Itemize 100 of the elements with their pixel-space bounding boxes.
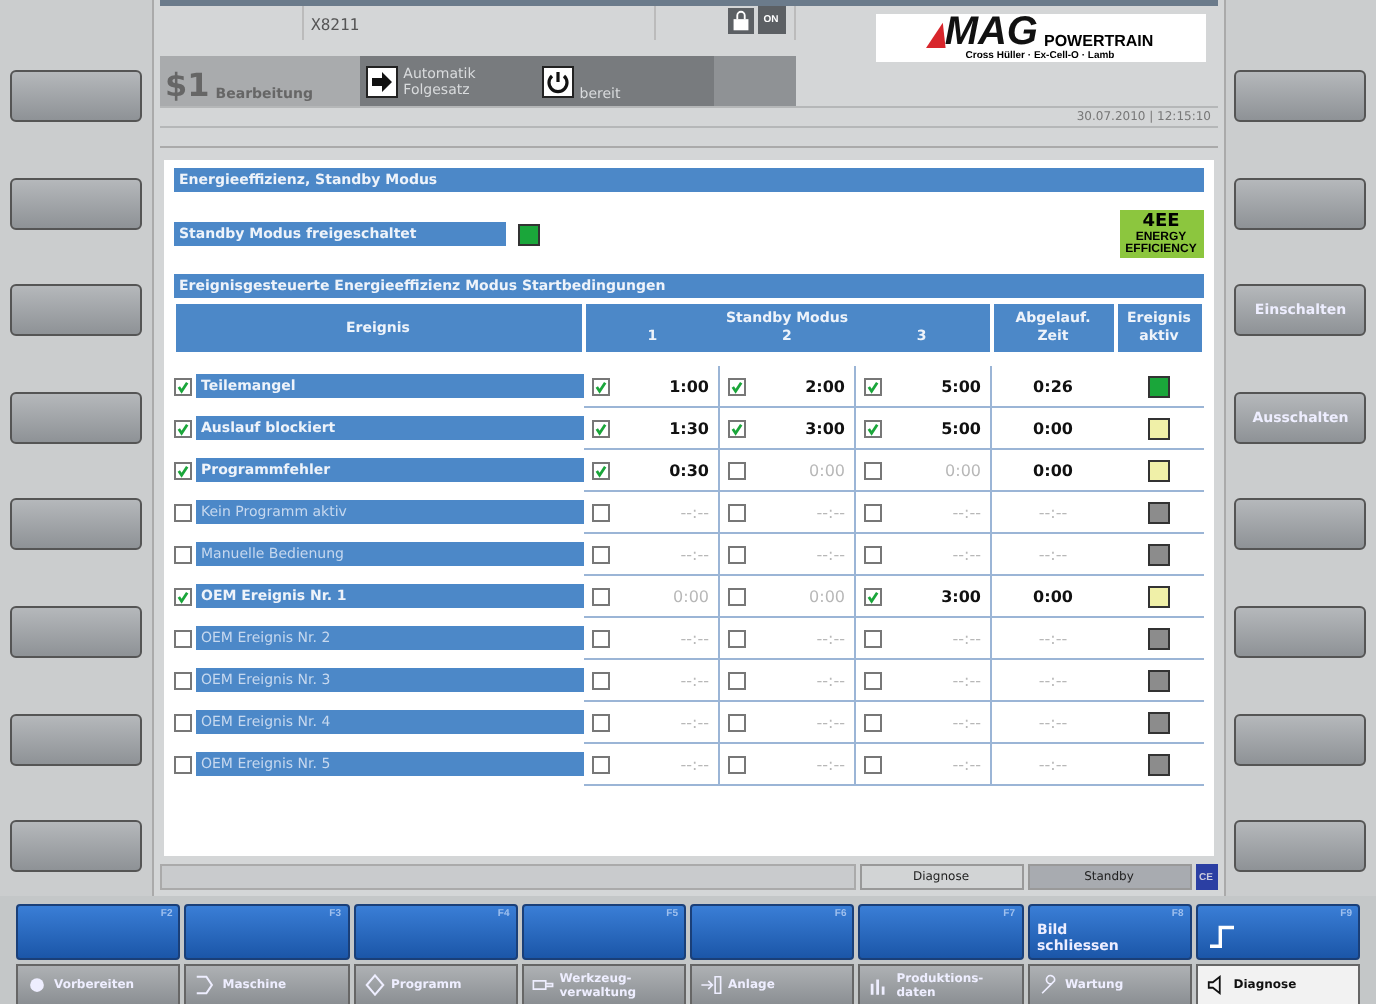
mode-time: --:-- <box>680 713 709 731</box>
checkbox[interactable] <box>591 713 609 731</box>
checkbox[interactable] <box>591 755 609 773</box>
mode-time: --:-- <box>816 755 845 773</box>
mode-time: 2:00 <box>805 377 845 395</box>
mode-time: 1:30 <box>669 419 709 437</box>
mode-time: 0:00 <box>945 461 981 479</box>
softkey-button[interactable] <box>9 284 142 337</box>
checkbox[interactable] <box>727 629 745 647</box>
mode-time: 0:00 <box>673 587 709 605</box>
softkey-button[interactable] <box>9 177 142 230</box>
checkbox[interactable] <box>863 629 881 647</box>
softkey-button[interactable] <box>9 713 142 766</box>
checkbox[interactable] <box>727 587 745 605</box>
checkbox[interactable] <box>173 629 191 647</box>
lock-icon <box>727 7 753 33</box>
checkbox[interactable] <box>727 671 745 689</box>
checkbox[interactable] <box>591 377 609 395</box>
checkbox[interactable] <box>863 587 881 605</box>
checkbox[interactable] <box>173 755 191 773</box>
mode-time: 0:00 <box>809 587 845 605</box>
checkbox[interactable] <box>591 503 609 521</box>
checkbox[interactable] <box>727 461 745 479</box>
softkey-button[interactable] <box>1234 177 1367 230</box>
elapsed-time: --:-- <box>1038 713 1068 731</box>
mode-time: 5:00 <box>941 377 981 395</box>
elapsed-time: --:-- <box>1038 671 1068 689</box>
mode-time: --:-- <box>816 503 845 521</box>
elapsed-time: 0:00 <box>1033 461 1073 479</box>
softkey-button[interactable] <box>1234 820 1367 873</box>
checkbox[interactable] <box>863 461 881 479</box>
dot-icon <box>26 974 48 997</box>
checkbox[interactable] <box>173 377 191 395</box>
arrow-right-icon <box>365 65 398 97</box>
mode-time: 0:00 <box>809 461 845 479</box>
checkbox[interactable] <box>173 671 191 689</box>
power-icon <box>541 65 574 97</box>
softkey-button[interactable] <box>1234 713 1367 766</box>
elapsed-time: 0:00 <box>1033 587 1073 605</box>
checkbox[interactable] <box>727 713 745 731</box>
softkey-button[interactable] <box>1234 498 1367 551</box>
checkbox[interactable] <box>727 755 745 773</box>
mode-time: --:-- <box>680 629 709 647</box>
machine-id: X8211 <box>311 16 360 34</box>
mode-time: --:-- <box>816 671 845 689</box>
checkbox[interactable] <box>173 419 191 437</box>
checkbox[interactable] <box>863 671 881 689</box>
checkbox[interactable] <box>173 545 191 563</box>
checkbox[interactable] <box>591 671 609 689</box>
mode-time: --:-- <box>952 503 981 521</box>
mode-time: 0:30 <box>669 461 709 479</box>
checkbox[interactable] <box>173 713 191 731</box>
mode-time: --:-- <box>952 545 981 563</box>
checkbox[interactable] <box>727 503 745 521</box>
softkey-button[interactable] <box>1234 605 1367 658</box>
mode-time: 3:00 <box>941 587 981 605</box>
mode-time: --:-- <box>952 755 981 773</box>
mode-time: --:-- <box>816 545 845 563</box>
checkbox[interactable] <box>173 461 191 479</box>
checkbox[interactable] <box>727 419 745 437</box>
mode-time: --:-- <box>816 713 845 731</box>
checkbox[interactable] <box>863 419 881 437</box>
checkbox[interactable] <box>863 755 881 773</box>
elapsed-time: 0:26 <box>1033 377 1073 395</box>
mode-time: --:-- <box>680 503 709 521</box>
softkey-button[interactable] <box>9 391 142 444</box>
softkey-button[interactable] <box>9 820 142 873</box>
diamond-icon <box>363 974 385 997</box>
checkbox[interactable] <box>727 377 745 395</box>
checkbox[interactable] <box>591 629 609 647</box>
arrow-into-icon <box>700 974 722 997</box>
mode-time: --:-- <box>952 671 981 689</box>
square-bracket-icon <box>194 974 217 997</box>
checkbox[interactable] <box>173 503 191 521</box>
checkbox[interactable] <box>727 545 745 563</box>
mode-time: --:-- <box>680 671 709 689</box>
mode-time: --:-- <box>952 713 981 731</box>
checkbox[interactable] <box>591 461 609 479</box>
checkbox[interactable] <box>863 377 881 395</box>
elapsed-time: --:-- <box>1038 755 1068 773</box>
mode-time: 1:00 <box>669 377 709 395</box>
softkey-button[interactable] <box>9 605 142 658</box>
bar-chart-icon <box>868 974 891 997</box>
channel-number: $1 <box>165 70 210 102</box>
softkey-button[interactable] <box>9 70 142 122</box>
elapsed-time: --:-- <box>1038 629 1068 647</box>
mode-time: --:-- <box>952 629 981 647</box>
softkey-button[interactable] <box>9 498 142 551</box>
checkbox[interactable] <box>863 713 881 731</box>
checkbox[interactable] <box>863 545 881 563</box>
checkbox[interactable] <box>591 545 609 563</box>
mode-time: --:-- <box>680 545 709 563</box>
checkbox[interactable] <box>591 419 609 437</box>
checkbox[interactable] <box>173 587 191 605</box>
mode-time: 3:00 <box>805 419 845 437</box>
checkbox[interactable] <box>863 503 881 521</box>
elapsed-time: --:-- <box>1038 545 1068 563</box>
checkbox[interactable] <box>591 587 609 605</box>
softkey-button[interactable] <box>1234 70 1367 122</box>
elapsed-time: --:-- <box>1038 503 1068 521</box>
